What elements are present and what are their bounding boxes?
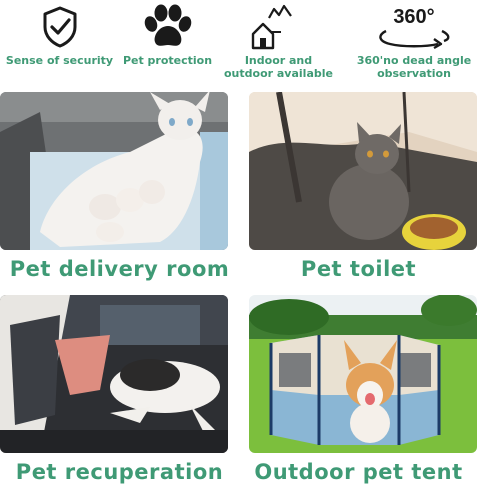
photo-outdoor-tent xyxy=(249,295,477,453)
feature-label: 360'no dead angle observation xyxy=(356,54,472,80)
photo-toilet xyxy=(249,92,477,250)
feature-indoor-outdoor: Indoor and outdoor available xyxy=(219,0,338,90)
feature-label: Indoor and outdoor available xyxy=(224,54,333,80)
feature-label: Pet protection xyxy=(122,54,213,67)
feature-label: Sense of security xyxy=(5,54,114,67)
caption-delivery-room: Pet delivery room xyxy=(9,257,230,281)
photo-recuperation xyxy=(0,295,228,453)
feature-security: Sense of security xyxy=(0,0,119,90)
shield-check-icon xyxy=(0,2,119,52)
caption-toilet: Pet toilet xyxy=(300,257,417,281)
caption-outdoor-tent: Outdoor pet tent xyxy=(254,460,463,484)
rotate-360-icon: 360° xyxy=(350,2,478,52)
caption-recuperation: Pet recuperation xyxy=(15,460,224,484)
house-mountain-icon xyxy=(219,2,338,52)
feature-360: 360° 360'no dead angle observation xyxy=(350,0,478,90)
rotate-360-text: 360° xyxy=(393,6,434,28)
paw-icon xyxy=(108,2,227,52)
feature-protection: Pet protection xyxy=(108,0,227,90)
photo-delivery-room xyxy=(0,92,228,250)
